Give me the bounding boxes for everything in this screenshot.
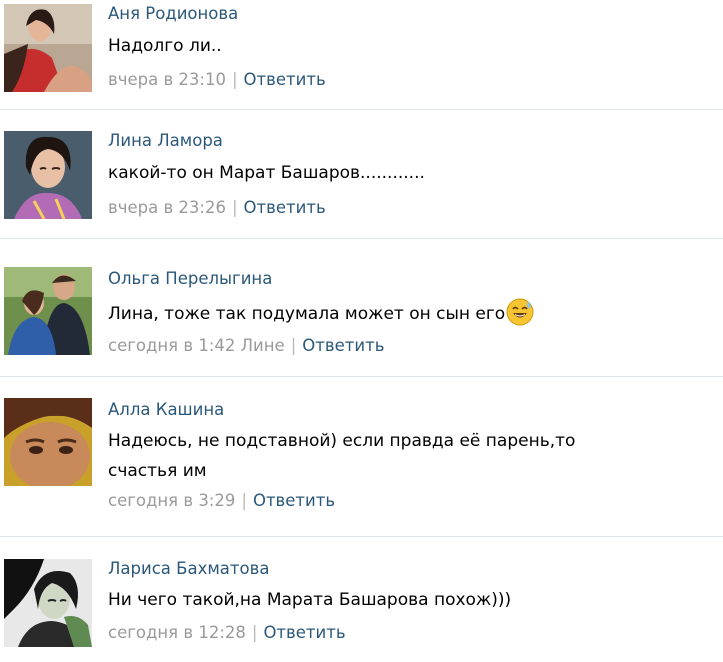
meta-separator: |	[241, 491, 247, 510]
comment-author-link[interactable]: Аня Родионова	[108, 4, 719, 24]
comment-divider	[0, 109, 723, 110]
comment-text: Лина, тоже так подумала может он сын его	[108, 304, 506, 324]
comment-author-link[interactable]: Лина Ламора	[108, 131, 719, 151]
comment-author-link[interactable]: Ольга Перелыгина	[108, 269, 719, 289]
comment-timestamp[interactable]: сегодня в 3:29	[108, 491, 235, 510]
avatar[interactable]	[4, 267, 92, 355]
meta-separator: |	[231, 198, 238, 217]
comment-divider	[0, 376, 723, 377]
reply-button[interactable]: Ответить	[244, 198, 326, 217]
comment-timestamp[interactable]: вчера в 23:26	[108, 198, 226, 217]
comment-timestamp[interactable]: сегодня в 12:28	[108, 623, 246, 642]
comment-author-link[interactable]: Лариса Бахматова	[108, 559, 719, 579]
reply-button[interactable]: Ответить	[253, 491, 335, 510]
meta-separator: |	[251, 623, 258, 642]
comment-text: Надолго ли..	[108, 36, 222, 56]
comment-text: Ни чего такой,на Марата Башарова похож))…	[108, 590, 512, 610]
avatar[interactable]	[4, 131, 92, 219]
reply-button[interactable]: Ответить	[263, 623, 345, 642]
avatar[interactable]	[4, 398, 92, 486]
comment-text-line: счастья им	[108, 461, 207, 481]
user-photo-icon	[4, 4, 92, 92]
reply-button[interactable]: Ответить	[244, 70, 326, 89]
user-photo-icon	[4, 398, 92, 486]
comment-author-link[interactable]: Алла Кашина	[108, 400, 719, 420]
avatar[interactable]	[4, 559, 92, 647]
user-photo-icon	[4, 267, 92, 355]
reply-button[interactable]: Ответить	[302, 336, 384, 355]
comment-timestamp[interactable]: сегодня в 1:42	[108, 336, 235, 355]
comment-text: какой-то он Марат Башаров............	[108, 163, 425, 183]
meta-separator: |	[231, 70, 238, 89]
comment-text-line: Надеюсь, не подставной) если правда её п…	[108, 431, 576, 451]
sweat-smile-emoji-icon	[506, 298, 534, 326]
comment-timestamp[interactable]: вчера в 23:10	[108, 70, 226, 89]
reply-to-link[interactable]: Лине	[241, 336, 285, 355]
user-photo-icon	[4, 559, 92, 647]
user-photo-icon	[4, 131, 92, 219]
meta-separator: |	[290, 336, 297, 355]
comment-divider	[0, 238, 723, 239]
comment-divider	[0, 536, 723, 537]
comments-feed: Аня Родионова Надолго ли.. вчера в 23:10…	[0, 0, 723, 662]
avatar[interactable]	[4, 4, 92, 92]
